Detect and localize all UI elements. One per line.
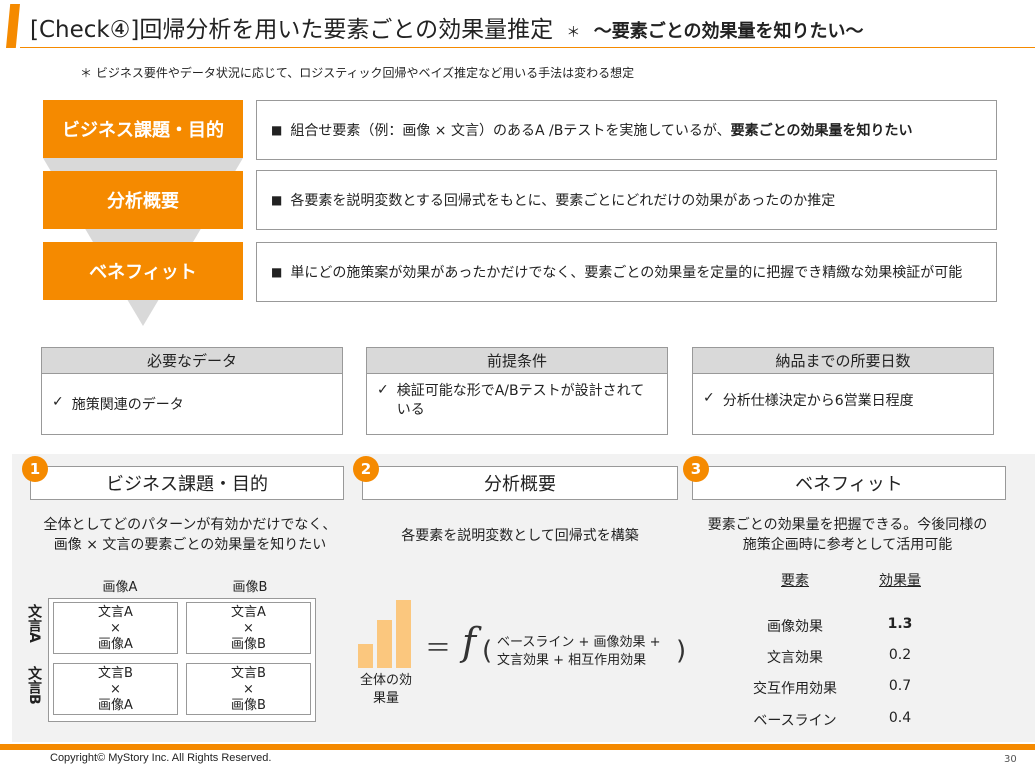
step-3-badge: 3	[683, 456, 709, 482]
effects-row: 文言効果 0.2	[735, 647, 945, 667]
cell-line: 文言B	[98, 666, 133, 681]
effects-val: 0.2	[888, 647, 912, 663]
page-number: 30	[1004, 754, 1017, 765]
grid-cell: 文言A × 画像B	[186, 602, 311, 654]
grid-col-header-b: 画像B	[232, 580, 268, 595]
row-box-analysis: ■ 各要素を説明変数とする回帰式をもとに、要素ごとにどれだけの効果があったのか推…	[256, 170, 997, 230]
section-title-analysis: 分析概要	[362, 466, 678, 500]
formula-paren-open: (	[482, 636, 493, 666]
footer-copyright: Copyright© MyStory Inc. All Rights Reser…	[50, 752, 272, 764]
effects-val: 0.4	[888, 710, 912, 726]
cell-line: 画像B	[231, 698, 266, 713]
bullet-square: ■	[271, 193, 283, 207]
card-title: 納品までの所要日数	[693, 348, 993, 374]
row-b-label: 文言B	[26, 666, 42, 705]
row-box-business: ■ 組合せ要素（例：画像 × 文言）のあるA /Bテストを実施しているが、 要素ご…	[256, 100, 997, 160]
title-main: [Check④]回帰分析を用いた要素ごとの効果量推定	[30, 17, 554, 43]
row-label-benefit: ベネフィット	[43, 242, 243, 300]
cell-times: ×	[110, 621, 121, 636]
row-label-analysis: 分析概要	[43, 171, 243, 229]
formula-f: f	[462, 620, 477, 664]
row-text: 組合せ要素（例：画像 × 文言）のあるA /Bテストを実施しているが、	[290, 123, 731, 139]
cell-times: ×	[110, 682, 121, 697]
bar-chart-icon	[358, 600, 414, 668]
effects-key: ベースライン	[753, 713, 837, 729]
card-text: 施策関連のデータ	[71, 397, 184, 413]
grid-cell: 文言B × 画像B	[186, 663, 311, 715]
cell-line: 画像B	[231, 637, 266, 652]
effects-header: 要素 効果量	[735, 570, 945, 590]
section-title-benefit: ベネフィット	[692, 466, 1006, 500]
cell-line: 文言B	[231, 666, 266, 681]
row-bold-text: 要素ごとの効果量を知りたい	[730, 123, 913, 139]
card-title: 必要なデータ	[42, 348, 342, 374]
effects-key: 交互作用効果	[753, 681, 837, 697]
section-desc-benefit: 要素ごとの効果量を把握できる。今後同様の施策企画時に参考として活用可能	[707, 517, 988, 553]
card-delivery-days: 納品までの所要日数 ✓ 分析仕様決定から6営業日程度	[692, 347, 994, 435]
card-text: 分析仕様決定から6営業日程度	[722, 393, 914, 409]
grid-col-header-a: 画像A	[102, 580, 138, 595]
formula-terms: ベースライン + 画像効果 + 文言効果 + 相互作用効果	[497, 634, 661, 670]
grid-row-header-b: 文言B	[24, 666, 44, 709]
card-title: 前提条件	[367, 348, 667, 374]
cell-line: 文言A	[231, 605, 266, 620]
row-text: 単にどの施策案が効果があったかだけでなく、要素ごとの効果量を定量的に把握でき精緻…	[290, 265, 963, 281]
effects-row: 画像効果 1.3	[735, 616, 945, 636]
formula-line-2: 文言効果 + 相互作用効果	[497, 653, 647, 668]
effects-head-key: 要素	[781, 573, 809, 589]
check-icon: ✓	[52, 394, 64, 410]
effects-row: 交互作用効果 0.7	[735, 678, 945, 698]
header-underline	[20, 47, 1035, 48]
row-a-label: 文言A	[26, 604, 42, 643]
section-title-business: ビジネス課題・目的	[30, 466, 344, 500]
row-label-business: ビジネス課題・目的	[43, 100, 243, 158]
grid-row-header-a: 文言A	[24, 604, 44, 647]
effects-key: 文言効果	[767, 650, 823, 666]
bar-icon-2	[377, 620, 392, 668]
section-desc-analysis: 各要素を説明変数として回帰式を構築	[401, 528, 639, 544]
step-2-badge: 2	[353, 456, 379, 482]
row-text: 各要素を説明変数とする回帰式をもとに、要素ごとにどれだけの効果があったのか推定	[290, 193, 836, 209]
title-subtitle: ～要素ごとの効果量を知りたい～	[593, 21, 864, 42]
card-required-data: 必要なデータ ✓ 施策関連のデータ	[41, 347, 343, 435]
effects-val: 0.7	[888, 678, 912, 694]
method-note: ＊ ビジネス要件やデータ状況に応じて、ロジスティック回帰やベイズ推定など用いる手…	[80, 66, 635, 80]
effects-key: 画像効果	[767, 619, 823, 635]
check-icon: ✓	[703, 390, 715, 406]
footer-bar	[0, 744, 1035, 750]
formula-lhs-label: 全体の効果量	[360, 673, 413, 706]
row-box-benefit: ■ 単にどの施策案が効果があったかだけでなく、要素ごとの効果量を定量的に把握でき…	[256, 242, 997, 302]
effects-val: 1.3	[887, 616, 913, 632]
cell-line: 文言A	[98, 605, 133, 620]
page-title: [Check④]回帰分析を用いた要素ごとの効果量推定 ＊ ～要素ごとの効果量を知…	[30, 10, 864, 44]
formula-line-1: ベースライン + 画像効果 +	[497, 635, 661, 650]
bar-icon-1	[358, 644, 373, 668]
cell-times: ×	[243, 682, 254, 697]
header-accent-bar	[6, 4, 20, 48]
step-1-badge: 1	[22, 456, 48, 482]
grid-cell: 文言B × 画像A	[53, 663, 178, 715]
bar-icon-3	[396, 600, 411, 668]
bullet-square: ■	[271, 265, 283, 279]
cell-line: 画像A	[98, 698, 133, 713]
formula-equals: ＝	[425, 634, 452, 664]
grid-cell: 文言A × 画像A	[53, 602, 178, 654]
cell-line: 画像A	[98, 637, 133, 652]
card-text: 検証可能な形でA/Bテストが設計されている	[396, 383, 645, 418]
card-prerequisites: 前提条件 ✓ 検証可能な形でA/Bテストが設計されている	[366, 347, 668, 435]
section-desc-business: 全体としてどのパターンが有効かだけでなく、画像 × 文言の要素ごとの効果量を知り…	[43, 517, 337, 553]
check-icon: ✓	[377, 382, 389, 398]
formula-paren-close: )	[676, 636, 687, 666]
title-asterisk: ＊	[566, 25, 581, 41]
bullet-square: ■	[271, 123, 283, 137]
cell-times: ×	[243, 621, 254, 636]
effects-head-val: 効果量	[879, 573, 921, 589]
effects-row: ベースライン 0.4	[735, 710, 945, 730]
